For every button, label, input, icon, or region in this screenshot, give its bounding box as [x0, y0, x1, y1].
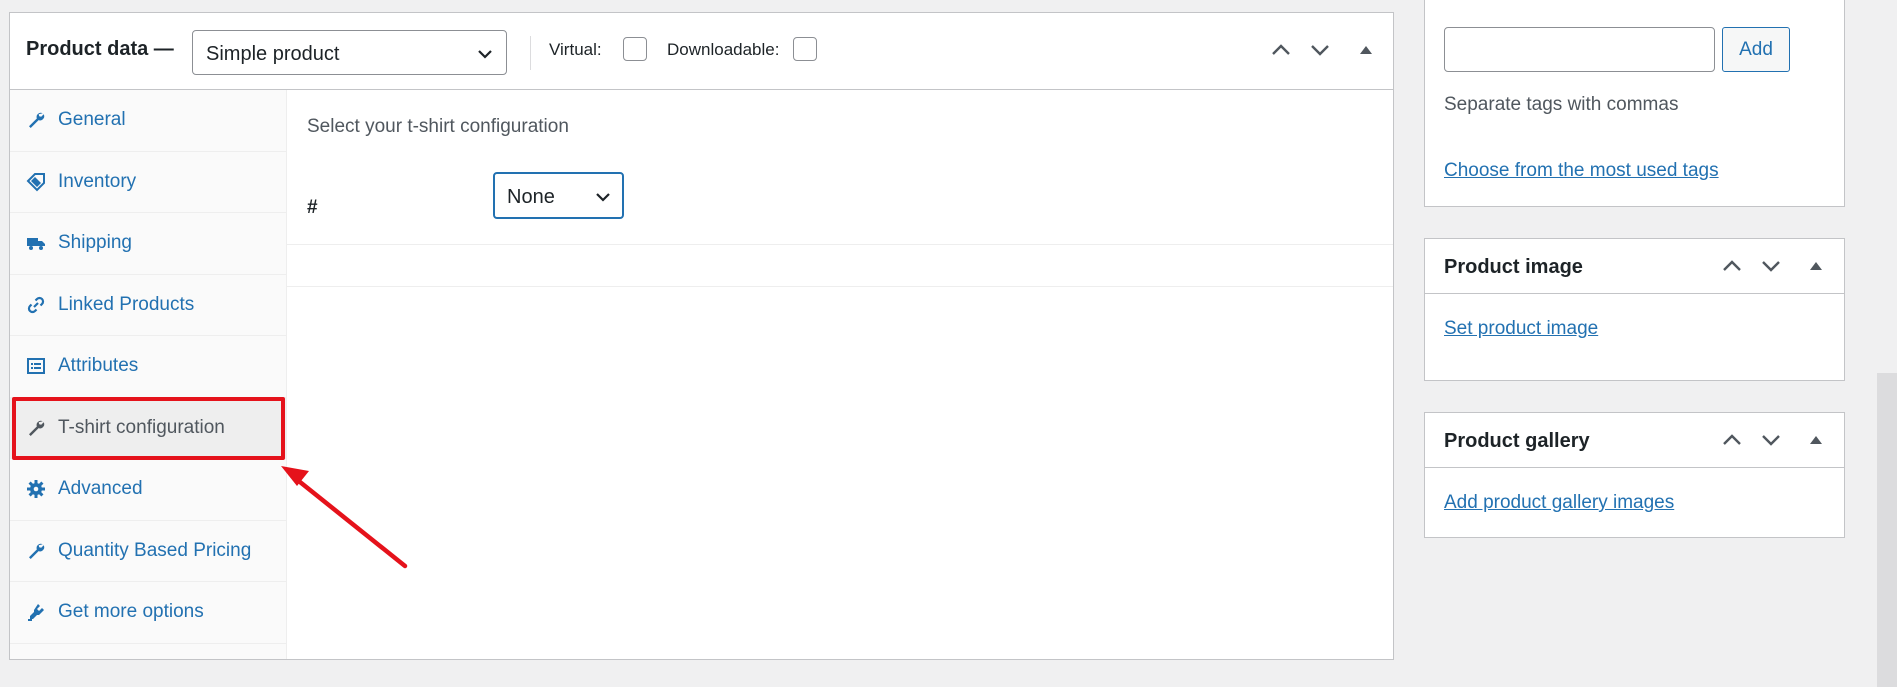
- content-divider: [287, 286, 1393, 287]
- move-up-button[interactable]: [1718, 252, 1746, 280]
- tab-get-more-options[interactable]: Get more options: [10, 582, 286, 644]
- tag-input[interactable]: [1444, 27, 1715, 72]
- config-row-label: #: [307, 197, 318, 218]
- downloadable-label: Downloadable:: [667, 40, 780, 59]
- tab-label: T-shirt configuration: [58, 416, 225, 438]
- tags-box: Add Separate tags with commas Choose fro…: [1424, 0, 1845, 207]
- tab-label: Attributes: [58, 355, 139, 377]
- tab-label: Get more options: [58, 601, 204, 623]
- tab-shipping[interactable]: Shipping: [10, 213, 286, 275]
- header-divider: [530, 36, 531, 70]
- wrench-icon: [26, 418, 46, 438]
- tab-linked-products[interactable]: Linked Products: [10, 275, 286, 336]
- tab-content-panel: Select your t-shirt configuration # None: [287, 90, 1393, 659]
- config-select-value: None: [507, 186, 555, 208]
- triangle-up-icon: [1810, 262, 1822, 270]
- tab-advanced[interactable]: Advanced: [10, 459, 286, 521]
- product-image-title: Product image: [1444, 256, 1583, 278]
- toggle-panel-button[interactable]: [1802, 426, 1830, 454]
- product-data-title: Product data —: [26, 38, 174, 60]
- add-tag-button[interactable]: Add: [1722, 27, 1790, 72]
- truck-icon: [26, 233, 46, 253]
- chevron-down-icon: [1762, 261, 1780, 272]
- tag-hint: Separate tags with commas: [1444, 94, 1679, 115]
- tab-quantity-based-pricing[interactable]: Quantity Based Pricing: [10, 521, 286, 582]
- product-gallery-header: Product gallery: [1425, 413, 1844, 468]
- product-data-header: Product data — Simple product Virtual: D…: [10, 13, 1393, 90]
- move-down-button[interactable]: [1306, 36, 1334, 64]
- move-down-button[interactable]: [1757, 426, 1785, 454]
- most-used-tags-link[interactable]: Choose from the most used tags: [1444, 160, 1719, 182]
- config-description: Select your t-shirt configuration: [307, 116, 569, 137]
- tab-label: Quantity Based Pricing: [58, 539, 252, 561]
- chevron-down-icon: [596, 193, 610, 202]
- tab-t-shirt-configuration[interactable]: T-shirt configuration: [10, 397, 286, 459]
- triangle-up-icon: [1810, 436, 1822, 444]
- product-image-header: Product image: [1425, 239, 1844, 294]
- chevron-up-icon: [1272, 44, 1290, 55]
- tab-attributes[interactable]: Attributes: [10, 336, 286, 398]
- downloadable-checkbox[interactable]: [793, 37, 817, 61]
- chevron-down-icon: [478, 50, 492, 59]
- product-gallery-box: Product gallery Add product gallery imag…: [1424, 412, 1845, 538]
- scrollbar-thumb[interactable]: [1877, 373, 1897, 687]
- chevron-up-icon: [1723, 260, 1741, 271]
- set-product-image-link[interactable]: Set product image: [1444, 318, 1598, 340]
- gear-icon: [26, 479, 46, 499]
- virtual-label: Virtual:: [549, 40, 602, 59]
- config-select[interactable]: None: [493, 172, 624, 219]
- content-divider: [287, 244, 1393, 245]
- tab-label: Shipping: [58, 232, 132, 254]
- tab-label: Linked Products: [58, 293, 195, 315]
- chevron-up-icon: [1723, 434, 1741, 445]
- move-down-button[interactable]: [1757, 252, 1785, 280]
- product-image-box: Product image Set product image: [1424, 238, 1845, 381]
- add-gallery-images-link[interactable]: Add product gallery images: [1444, 492, 1674, 514]
- product-type-select[interactable]: Simple product: [192, 30, 507, 75]
- wrench-icon: [26, 110, 46, 130]
- product-data-tabs: General Inventory Shipping Linked Produc…: [10, 90, 287, 659]
- move-up-button[interactable]: [1718, 426, 1746, 454]
- product-gallery-title: Product gallery: [1444, 430, 1590, 452]
- tab-label: General: [58, 109, 126, 131]
- list-icon: [26, 356, 46, 376]
- product-data-panel: Product data — Simple product Virtual: D…: [9, 12, 1394, 660]
- triangle-up-icon: [1360, 46, 1372, 54]
- chevron-down-icon: [1311, 45, 1329, 56]
- chevron-down-icon: [1762, 435, 1780, 446]
- tag-icon: [26, 172, 46, 192]
- tab-inventory[interactable]: Inventory: [10, 152, 286, 213]
- wrench-icon: [26, 541, 46, 561]
- toggle-panel-button[interactable]: [1352, 36, 1380, 64]
- plugin-icon: [26, 602, 46, 622]
- tab-general[interactable]: General: [10, 90, 286, 152]
- toggle-panel-button[interactable]: [1802, 252, 1830, 280]
- move-up-button[interactable]: [1267, 36, 1295, 64]
- virtual-checkbox[interactable]: [623, 37, 647, 61]
- tab-label: Advanced: [58, 478, 143, 500]
- tab-label: Inventory: [58, 170, 137, 192]
- product-type-value: Simple product: [206, 43, 340, 65]
- link-icon: [26, 295, 46, 315]
